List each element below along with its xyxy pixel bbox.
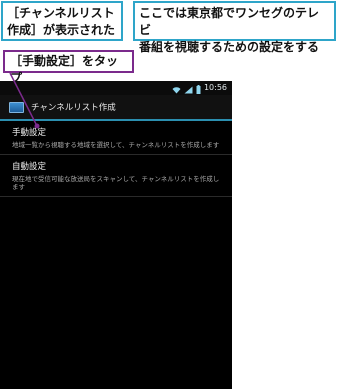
list-item-description: 地域一覧から視聴する地域を選択して、チャンネルリストを作成します xyxy=(12,141,220,149)
list-item-label: 手動設定 xyxy=(12,128,47,138)
list-item-manual-setup[interactable]: 手動設定 地域一覧から視聴する地域を選択して、チャンネルリストを作成します xyxy=(0,121,232,155)
phone-screen: 10:56 チャンネルリスト作成 手動設定 地域一覧から視聴する地域を選択して、… xyxy=(0,81,232,389)
wifi-icon xyxy=(172,81,181,98)
callout-tap-manual: ［手動設定］をタップ xyxy=(3,50,134,85)
list-item-label: 自動設定 xyxy=(12,162,47,172)
app-bar: チャンネルリスト作成 xyxy=(0,95,232,121)
signal-icon xyxy=(184,81,193,98)
status-bar: 10:56 xyxy=(0,81,232,95)
tv-app-icon xyxy=(9,101,24,113)
list-item-description: 現在地で受信可能な放送局をスキャンして、チャンネルリストを作成します xyxy=(12,175,220,191)
battery-icon xyxy=(196,81,201,98)
app-title: チャンネルリスト作成 xyxy=(31,103,116,113)
callout-description: ここでは東京都でワンセグのテレビ 番組を視聴するための設定をする xyxy=(133,1,336,54)
status-time: 10:56 xyxy=(203,83,227,92)
list-item-auto-setup[interactable]: 自動設定 現在地で受信可能な放送局をスキャンして、チャンネルリストを作成します xyxy=(0,155,232,197)
callout-list-shown: ［チャンネルリスト 作成］が表示された xyxy=(1,1,123,41)
